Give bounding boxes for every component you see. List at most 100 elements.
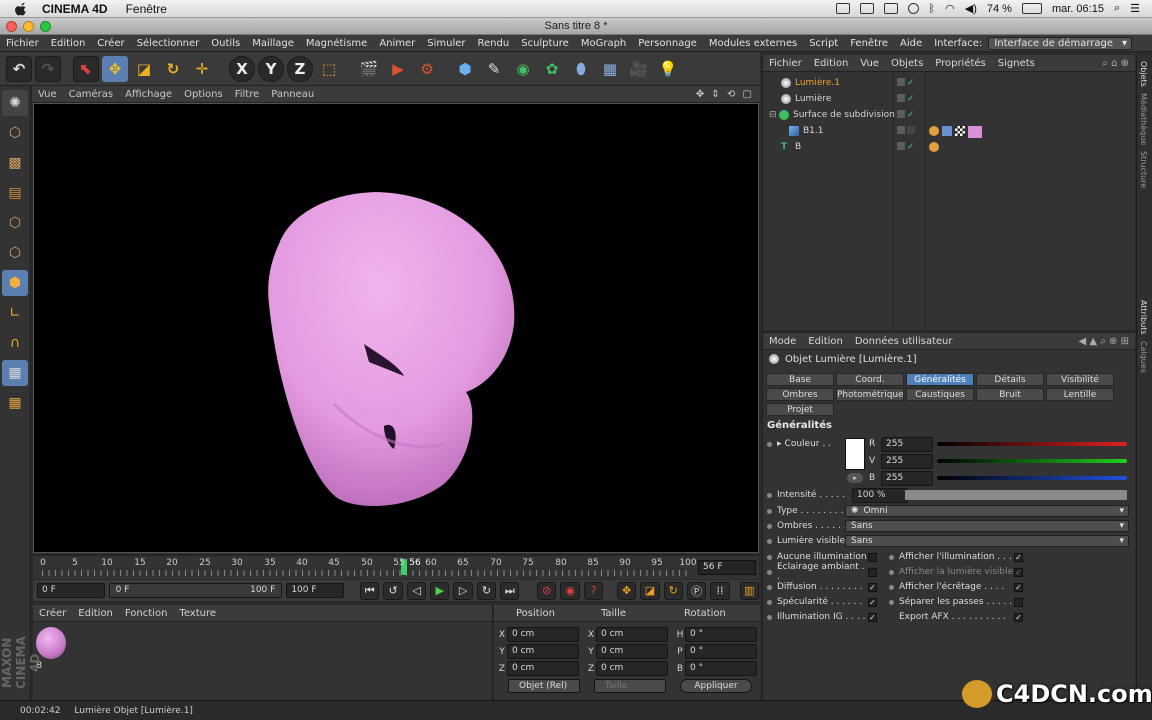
type-select[interactable]: ✺ Omni <box>845 505 1129 517</box>
coord-mode-select[interactable]: Objet (Rel) <box>508 679 580 693</box>
recent-tool-button[interactable]: ✛ <box>189 56 215 82</box>
scale-tool-button[interactable]: ◪ <box>131 56 157 82</box>
uvw-tag-icon[interactable] <box>955 126 965 136</box>
tab-base[interactable]: Base <box>766 373 834 386</box>
step-forward-button[interactable]: ▷ <box>453 581 473 600</box>
vp-menu-filtre[interactable]: Filtre <box>235 89 260 100</box>
clock[interactable]: mar. 06:15 <box>1052 3 1104 15</box>
app-menu[interactable]: CINEMA 4D <box>42 2 108 16</box>
magnet-button[interactable]: ∩ <box>2 330 28 356</box>
om-menu-vue[interactable]: Vue <box>860 58 879 69</box>
intensity-slider[interactable] <box>905 490 1127 500</box>
red-slider[interactable] <box>937 442 1127 446</box>
key-position-button[interactable]: ✥ <box>616 581 637 600</box>
blue-slider[interactable] <box>937 476 1127 480</box>
checkbox-separate-passes[interactable] <box>1014 597 1023 607</box>
size-z-field[interactable]: 0 cm <box>596 661 668 676</box>
key-pla-button[interactable]: ⁞⁞ <box>710 581 730 600</box>
anim-dot[interactable] <box>767 492 772 498</box>
axis-y-button[interactable]: Y <box>258 55 284 82</box>
lock-workplane-button[interactable]: ▦ <box>2 390 28 416</box>
object-row-b1-1[interactable]: B1.1 <box>763 123 1136 139</box>
object-flags[interactable]: ✓ <box>897 94 915 104</box>
side-tab-attributs[interactable]: Attributs <box>1139 300 1148 335</box>
axis-x-button[interactable]: X <box>229 55 255 82</box>
object-row-lumiere-1[interactable]: Lumière.1 ✓ <box>763 75 1136 91</box>
side-tab-objets[interactable]: Objets <box>1139 61 1148 87</box>
side-tab-mediatheque[interactable]: Médiathèque <box>1139 93 1148 145</box>
tab-photometrique[interactable]: Photométrique <box>836 388 904 401</box>
zoom-window-button[interactable] <box>40 21 51 32</box>
anim-dot[interactable] <box>889 554 894 560</box>
anim-dot[interactable] <box>767 614 772 620</box>
menu-modules-externes[interactable]: Modules externes <box>709 38 797 49</box>
om-menu-signets[interactable]: Signets <box>998 58 1035 69</box>
menu-aide[interactable]: Aide <box>900 38 922 49</box>
vp-menu-cameras[interactable]: Caméras <box>69 89 113 100</box>
go-to-start-button[interactable]: ⏮ <box>360 581 380 600</box>
key-scale-button[interactable]: ◪ <box>640 581 660 600</box>
tab-lentille[interactable]: Lentille <box>1046 388 1114 401</box>
prev-key-button[interactable]: ↺ <box>383 581 403 600</box>
phong-tag-icon[interactable] <box>929 142 939 152</box>
pos-z-field[interactable]: 0 cm <box>507 661 579 676</box>
menu-creer[interactable]: Créer <box>97 38 124 49</box>
apply-button[interactable]: Appliquer <box>680 679 752 693</box>
floor-button[interactable]: ▦ <box>597 56 623 82</box>
menu-magnetisme[interactable]: Magnétisme <box>306 38 367 49</box>
play-button[interactable]: ▶ <box>430 581 450 600</box>
battery-percent[interactable]: 74 % <box>987 3 1012 15</box>
keyframe-selection-button[interactable]: ? <box>583 581 604 600</box>
object-row-b[interactable]: T B ✓ <box>763 139 1136 155</box>
collapse-icon[interactable]: ⊟ <box>769 110 779 120</box>
attr-menu-edition[interactable]: Edition <box>808 336 843 347</box>
3d-viewport[interactable] <box>33 103 759 553</box>
object-flags[interactable]: ✓ <box>897 110 915 120</box>
next-key-button[interactable]: ↻ <box>476 581 497 600</box>
select-tool-button[interactable]: ⬉ <box>73 55 99 82</box>
start-frame-field[interactable]: 0 F <box>37 583 105 598</box>
os-window-menu[interactable]: Fenêtre <box>126 2 167 16</box>
color-swatch[interactable] <box>845 438 865 470</box>
tab-generalites[interactable]: Généralités <box>906 373 974 386</box>
vp-menu-panneau[interactable]: Panneau <box>271 89 314 100</box>
attr-menu-mode[interactable]: Mode <box>769 336 796 347</box>
anim-dot[interactable] <box>767 554 772 560</box>
tab-bruit[interactable]: Bruit <box>976 388 1044 401</box>
light-button[interactable]: 💡 <box>655 56 681 82</box>
mat-menu-texture[interactable]: Texture <box>179 608 216 619</box>
anim-dot[interactable] <box>767 508 772 514</box>
spotlight-icon[interactable]: ⌕ <box>1114 2 1120 15</box>
key-rotation-button[interactable]: ↻ <box>663 581 683 600</box>
menu-mograph[interactable]: MoGraph <box>581 38 626 49</box>
spline-button[interactable]: ✎ <box>481 56 507 82</box>
blue-field[interactable]: 255 <box>881 470 933 486</box>
rot-b-field[interactable]: 0 ° <box>685 661 757 676</box>
menu-selectionner[interactable]: Sélectionner <box>137 38 200 49</box>
menu-maillage[interactable]: Maillage <box>252 38 294 49</box>
visible-light-select[interactable]: Sans <box>845 535 1129 547</box>
record-keys-button[interactable]: ⊘ <box>537 581 557 600</box>
camera-button[interactable]: 🎥 <box>626 56 652 82</box>
autokey-button[interactable]: ◉ <box>560 581 580 600</box>
object-flags[interactable] <box>897 126 915 134</box>
vp-menu-options[interactable]: Options <box>184 89 223 100</box>
checkbox-show-illumination[interactable]: ✓ <box>1014 552 1023 562</box>
checkbox-show-clipping[interactable]: ✓ <box>1014 582 1023 592</box>
viewport-nav-icons[interactable]: ✥ ⇕ ⟲ ▢ <box>696 89 754 100</box>
wifi-icon[interactable]: ◠ <box>945 2 955 15</box>
anim-dot[interactable] <box>767 441 772 447</box>
mat-menu-fonction[interactable]: Fonction <box>125 608 168 619</box>
deformer-button[interactable]: ⬮ <box>568 56 594 82</box>
menu-rendu[interactable]: Rendu <box>478 38 510 49</box>
snap-button[interactable]: ▦ <box>2 360 28 386</box>
close-window-button[interactable] <box>6 21 17 32</box>
intensity-field[interactable]: 100 % <box>852 487 908 503</box>
coord-size-select[interactable]: Taille <box>594 679 666 693</box>
timeline-window-button[interactable]: ▥ <box>739 581 759 600</box>
menu-fenetre[interactable]: Fenêtre <box>850 38 888 49</box>
cube-button[interactable]: ⬢ <box>452 56 478 82</box>
om-menu-proprietes[interactable]: Propriétés <box>935 58 986 69</box>
color-mode-button[interactable]: ▸ <box>847 473 863 483</box>
tab-coord[interactable]: Coord. <box>836 373 904 386</box>
